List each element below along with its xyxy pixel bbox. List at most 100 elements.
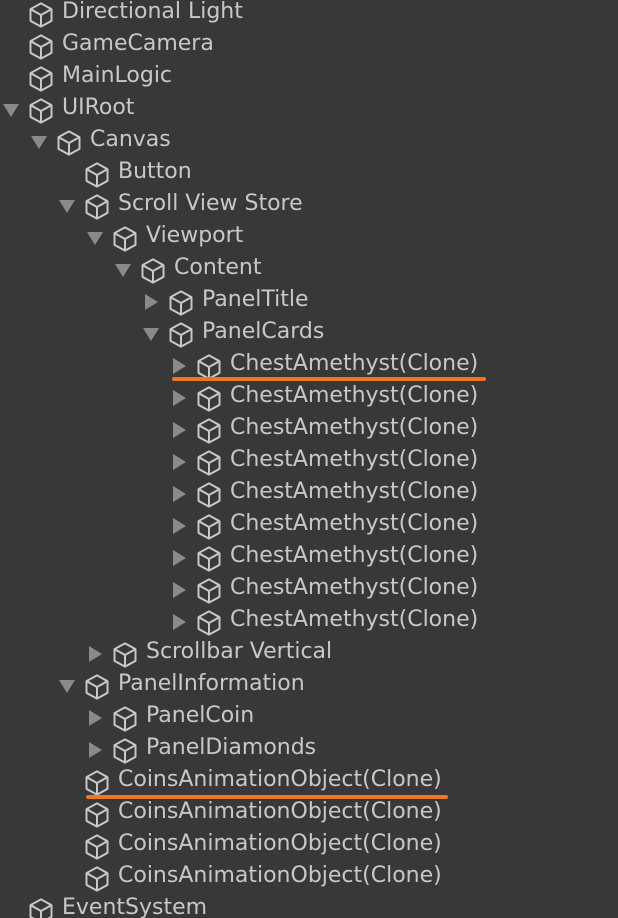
cube-icon — [29, 2, 53, 28]
hierarchy-item-label: ChestAmethyst(Clone) — [230, 447, 479, 472]
hierarchy-item-label: ChestAmethyst(Clone) — [230, 543, 479, 568]
hierarchy-panel[interactable]: Directional Light GameCamera MainLogic U… — [0, 0, 618, 918]
cube-icon — [29, 34, 53, 60]
cube-icon — [29, 66, 53, 92]
hierarchy-item-chestamethyst-clone[interactable]: ChestAmethyst(Clone) — [0, 478, 618, 510]
cube-icon — [113, 706, 137, 732]
hierarchy-item-panelinformation[interactable]: PanelInformation — [0, 670, 618, 702]
hierarchy-item-label: Scroll View Store — [118, 191, 303, 216]
hierarchy-item-chestamethyst-clone[interactable]: ChestAmethyst(Clone) — [0, 414, 618, 446]
hierarchy-item-label: ChestAmethyst(Clone) — [230, 479, 479, 504]
hierarchy-item-label: PanelTitle — [202, 287, 309, 312]
collapse-arrow-icon[interactable] — [173, 518, 186, 534]
hierarchy-item-content[interactable]: Content — [0, 254, 618, 286]
cube-icon — [197, 386, 221, 412]
hierarchy-item-paneltitle[interactable]: PanelTitle — [0, 286, 618, 318]
cube-icon — [29, 98, 53, 124]
hierarchy-item-button[interactable]: Button — [0, 158, 618, 190]
cube-icon — [197, 482, 221, 508]
hierarchy-item-scrollbar-vertical[interactable]: Scrollbar Vertical — [0, 638, 618, 670]
hierarchy-item-chestamethyst-clone[interactable]: ChestAmethyst(Clone) — [0, 382, 618, 414]
hierarchy-item-viewport[interactable]: Viewport — [0, 222, 618, 254]
hierarchy-item-label: EventSystem — [62, 895, 208, 918]
cube-icon — [197, 578, 221, 604]
hierarchy-item-chestamethyst-clone[interactable]: ChestAmethyst(Clone) — [0, 350, 618, 382]
cube-icon — [169, 290, 193, 316]
cube-icon — [113, 642, 137, 668]
cube-icon — [197, 514, 221, 540]
hierarchy-item-chestamethyst-clone[interactable]: ChestAmethyst(Clone) — [0, 542, 618, 574]
hierarchy-item-panelcards[interactable]: PanelCards — [0, 318, 618, 350]
collapse-arrow-icon[interactable] — [89, 710, 102, 726]
hierarchy-item-eventsystem[interactable]: EventSystem — [0, 894, 618, 918]
cube-icon — [113, 738, 137, 764]
hierarchy-item-label: CoinsAnimationObject(Clone) — [118, 767, 442, 792]
hierarchy-item-chestamethyst-clone[interactable]: ChestAmethyst(Clone) — [0, 510, 618, 542]
hierarchy-item-label: CoinsAnimationObject(Clone) — [118, 863, 442, 888]
cube-icon — [85, 674, 109, 700]
cube-icon — [169, 322, 193, 348]
expand-arrow-icon[interactable] — [143, 328, 159, 341]
hierarchy-item-coinsanimationobject-clone[interactable]: CoinsAnimationObject(Clone) — [0, 766, 618, 799]
hierarchy-item-label: Viewport — [146, 223, 244, 248]
collapse-arrow-icon[interactable] — [173, 358, 186, 374]
cube-icon — [197, 418, 221, 444]
cube-icon — [197, 450, 221, 476]
orange-underline-highlight — [172, 377, 486, 381]
collapse-arrow-icon[interactable] — [173, 486, 186, 502]
cube-icon — [85, 770, 109, 796]
hierarchy-item-coinsanimationobject-clone[interactable]: CoinsAnimationObject(Clone) — [0, 862, 618, 894]
hierarchy-item-label: ChestAmethyst(Clone) — [230, 575, 479, 600]
hierarchy-item-label: PanelInformation — [118, 671, 305, 696]
hierarchy-item-label: CoinsAnimationObject(Clone) — [118, 831, 442, 856]
hierarchy-item-chestamethyst-clone[interactable]: ChestAmethyst(Clone) — [0, 574, 618, 606]
hierarchy-item-chestamethyst-clone[interactable]: ChestAmethyst(Clone) — [0, 606, 618, 638]
collapse-arrow-icon[interactable] — [173, 454, 186, 470]
cube-icon — [85, 866, 109, 892]
hierarchy-item-label: MainLogic — [62, 63, 173, 88]
collapse-arrow-icon[interactable] — [173, 582, 186, 598]
cube-icon — [113, 226, 137, 252]
hierarchy-item-coinsanimationobject-clone[interactable]: CoinsAnimationObject(Clone) — [0, 830, 618, 862]
collapse-arrow-icon[interactable] — [89, 646, 102, 662]
hierarchy-item-gamecamera[interactable]: GameCamera — [0, 30, 618, 62]
collapse-arrow-icon[interactable] — [173, 422, 186, 438]
hierarchy-item-label: PanelCards — [202, 319, 325, 344]
collapse-arrow-icon[interactable] — [173, 550, 186, 566]
hierarchy-item-canvas[interactable]: Canvas — [0, 126, 618, 158]
hierarchy-item-uiroot[interactable]: UIRoot — [0, 94, 618, 126]
hierarchy-item-label: Directional Light — [62, 0, 243, 24]
hierarchy-item-chestamethyst-clone[interactable]: ChestAmethyst(Clone) — [0, 446, 618, 478]
hierarchy-item-label: PanelDiamonds — [146, 735, 317, 760]
collapse-arrow-icon[interactable] — [173, 614, 186, 630]
collapse-arrow-icon[interactable] — [145, 294, 158, 310]
hierarchy-item-paneldiamonds[interactable]: PanelDiamonds — [0, 734, 618, 766]
collapse-arrow-icon[interactable] — [173, 390, 186, 406]
expand-arrow-icon[interactable] — [31, 136, 47, 149]
collapse-arrow-icon[interactable] — [89, 742, 102, 758]
expand-arrow-icon[interactable] — [59, 680, 75, 693]
hierarchy-item-mainlogic[interactable]: MainLogic — [0, 62, 618, 94]
expand-arrow-icon[interactable] — [3, 104, 19, 117]
hierarchy-item-directional-light[interactable]: Directional Light — [0, 0, 618, 30]
expand-arrow-icon[interactable] — [59, 200, 75, 213]
cube-icon — [85, 162, 109, 188]
hierarchy-item-label: ChestAmethyst(Clone) — [230, 511, 479, 536]
hierarchy-item-label: Canvas — [90, 127, 171, 152]
expand-arrow-icon[interactable] — [87, 232, 103, 245]
cube-icon — [197, 610, 221, 636]
hierarchy-item-label: ChestAmethyst(Clone) — [230, 383, 479, 408]
expand-arrow-icon[interactable] — [115, 264, 131, 277]
hierarchy-item-label: UIRoot — [62, 95, 135, 120]
hierarchy-item-coinsanimationobject-clone[interactable]: CoinsAnimationObject(Clone) — [0, 798, 618, 830]
hierarchy-item-panelcoin[interactable]: PanelCoin — [0, 702, 618, 734]
cube-icon — [29, 898, 53, 918]
hierarchy-item-scroll-view-store[interactable]: Scroll View Store — [0, 190, 618, 222]
hierarchy-item-label: CoinsAnimationObject(Clone) — [118, 799, 442, 824]
hierarchy-item-label: Button — [118, 159, 192, 184]
hierarchy-item-label: PanelCoin — [146, 703, 255, 728]
cube-icon — [197, 546, 221, 572]
hierarchy-item-label: Scrollbar Vertical — [146, 639, 333, 664]
hierarchy-item-label: Content — [174, 255, 262, 280]
cube-icon — [57, 130, 81, 156]
